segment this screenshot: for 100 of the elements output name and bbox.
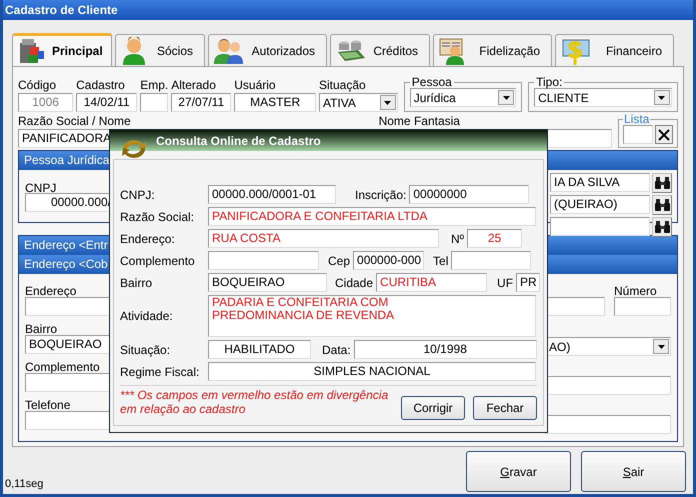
field-label: Emp. [140, 78, 168, 93]
input-field[interactable]: (QUEIRAO) [550, 195, 650, 214]
field-label: CNPJ: [120, 186, 156, 204]
group-title: Tipo: [535, 76, 564, 88]
input-field[interactable] [614, 297, 671, 316]
field-label: Número [614, 283, 658, 297]
person-book-icon [439, 36, 467, 64]
input-field[interactable]: PANIFICADORA E CONFEITARIA LTDA [208, 207, 536, 226]
field-label: Cidade [334, 274, 374, 292]
caret-down-icon [502, 96, 510, 100]
dropdown-button[interactable] [380, 95, 396, 110]
input-field[interactable]: MASTER [234, 93, 316, 112]
dropdown[interactable]: Jurídica [410, 88, 516, 107]
input-field[interactable] [451, 251, 532, 270]
field-label: Regime Fiscal: [120, 364, 200, 380]
tab[interactable]: Créditos [330, 34, 430, 66]
field-label: Tel [432, 252, 450, 270]
input-field[interactable]: 14/02/11 [76, 93, 138, 112]
field-label: Bairro [25, 321, 58, 335]
field-label: Situação: [120, 342, 172, 358]
field-label: Telefone [25, 397, 72, 411]
dropdown[interactable]: CLIENTE [534, 88, 672, 107]
input-field[interactable]: PR [516, 273, 540, 292]
dialog-button[interactable]: Corrigir [401, 396, 465, 420]
input-field[interactable]: 00000.000/0001-01 [208, 185, 336, 204]
field-label: Razão Social: [120, 208, 196, 226]
input-field[interactable]: 00000000 [409, 185, 530, 204]
field-label: Complemento [25, 359, 101, 373]
input-field[interactable]: 25 [467, 229, 522, 248]
search-button[interactable] [652, 195, 672, 215]
input-field[interactable]: PADARIA E CONFEITARIA COM PREDOMINANCIA DE REVENDA [208, 295, 536, 337]
action-button[interactable]: Sair [581, 451, 686, 492]
binoculars-icon [654, 199, 670, 211]
input-field[interactable]: BOQUEIRAO [25, 335, 111, 354]
action-button[interactable]: Gravar [466, 451, 571, 492]
field-label: Atividade: [120, 308, 174, 325]
field-label: Código [18, 78, 58, 93]
binoculars-icon [654, 221, 670, 233]
dropdown-button[interactable] [654, 90, 670, 105]
tab[interactable]: Financeiro [555, 34, 674, 66]
field-label: UF [496, 274, 514, 292]
field-label: Endereço [25, 283, 78, 297]
field-label: Inscrição: [354, 186, 408, 204]
tab[interactable]: Sócios [115, 34, 205, 66]
money-icon [336, 38, 366, 64]
person-icon [121, 36, 147, 64]
field-label: Bairro [120, 274, 154, 292]
field-label: Usuário [234, 78, 277, 93]
status-text: 0,11seg [5, 476, 44, 492]
caret-down-icon [384, 100, 392, 104]
tab[interactable]: Principal [12, 33, 112, 67]
field-label: Complemento [120, 252, 196, 270]
input-field[interactable]: 27/07/11 [171, 93, 232, 112]
input-field[interactable] [545, 376, 671, 395]
field-label: Data: [321, 342, 352, 358]
input-field[interactable]: RUA COSTA [208, 229, 439, 248]
input-field[interactable]: 10/1998 [354, 340, 537, 359]
input-field[interactable] [545, 415, 671, 434]
field-label: Cadastro [76, 78, 126, 93]
input-field[interactable] [25, 297, 111, 316]
dialog-title: Consulta Online de Cadastro [156, 132, 321, 150]
caret-down-icon [658, 96, 666, 100]
window-title: Cadastro de Cliente [5, 2, 118, 19]
field-label: Nome Fantasia [378, 115, 461, 129]
dropdown[interactable]: ATIVA [318, 93, 398, 112]
tab[interactable]: Fidelização [433, 34, 552, 66]
search-button[interactable] [652, 217, 672, 237]
binoculars-icon [654, 177, 670, 189]
input-field[interactable] [550, 217, 650, 236]
field-label: CNPJ [25, 180, 58, 193]
field-label: Razão Social / Nome [18, 115, 132, 129]
clear-button[interactable] [655, 125, 673, 144]
people-icon [214, 38, 244, 64]
dialog-button[interactable]: Fechar [473, 396, 537, 420]
input-field[interactable]: HABILITADO [208, 340, 311, 359]
warning-note: *** Os campos em vermelho estão em divergência em relação ao cadastro [120, 388, 390, 416]
field-label: Situação [318, 78, 367, 93]
close-icon [658, 128, 670, 140]
input-field[interactable] [25, 373, 111, 392]
group-title: Pessoa [410, 76, 453, 88]
input-field[interactable] [208, 251, 319, 270]
field-label: Alterado [171, 78, 217, 93]
dropdown-button[interactable] [653, 339, 669, 354]
input-field[interactable]: 000000-000 [353, 251, 424, 270]
caret-down-icon [658, 344, 664, 348]
input-field[interactable]: IA DA SILVA [550, 173, 650, 192]
input-field[interactable] [623, 125, 653, 144]
search-button[interactable] [652, 173, 672, 193]
tab[interactable]: Autorizados [208, 34, 327, 66]
input-field[interactable] [25, 411, 111, 430]
dropdown[interactable]: AO) [545, 337, 671, 356]
input-field[interactable] [140, 93, 168, 112]
input-field[interactable]: SIMPLES NACIONAL [208, 362, 536, 381]
field-label: Cep [327, 252, 352, 270]
blocks-icon [18, 37, 46, 65]
input-field[interactable] [545, 297, 605, 316]
input-field[interactable]: CURITIBA [376, 273, 488, 292]
group-title: Lista [623, 113, 650, 125]
dropdown-button[interactable] [498, 90, 514, 105]
input-field[interactable]: BOQUEIRAO [208, 273, 327, 292]
